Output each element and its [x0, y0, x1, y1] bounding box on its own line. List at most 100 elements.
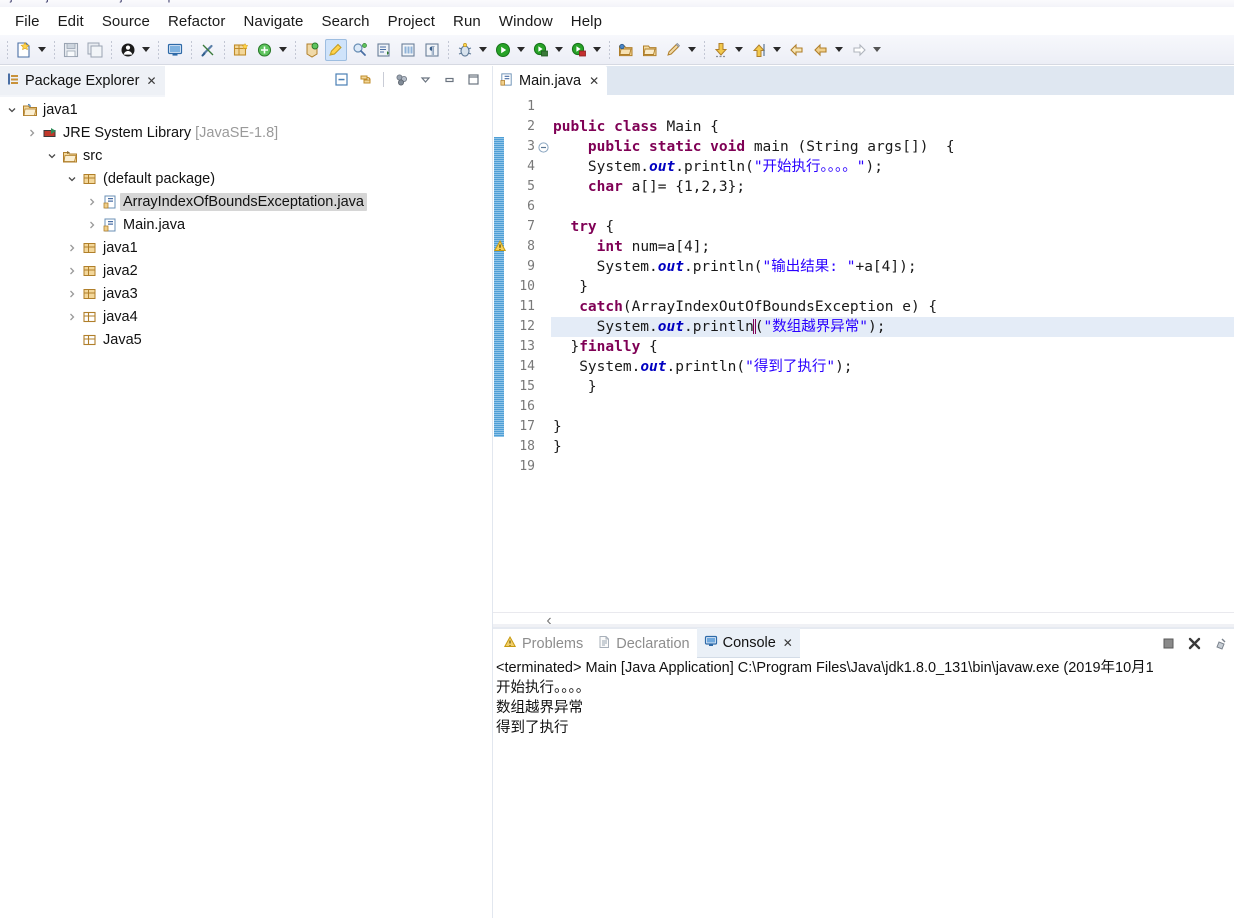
- tree-item-java5-package[interactable]: Java5: [0, 328, 492, 351]
- print-icon[interactable]: [117, 39, 139, 61]
- tab-main-java[interactable]: Main.java ✕: [493, 66, 607, 95]
- menu-project[interactable]: Project: [379, 11, 444, 32]
- tree-item-java3-package[interactable]: java3: [0, 282, 492, 305]
- code-line[interactable]: [551, 97, 1234, 117]
- tab-console[interactable]: Console ✕: [697, 628, 800, 659]
- minimize-icon[interactable]: [439, 69, 460, 90]
- chevron-right-icon[interactable]: [24, 121, 40, 144]
- tree-item-java4-package[interactable]: java4: [0, 305, 492, 328]
- clear-console-icon[interactable]: [1210, 633, 1230, 653]
- code-line[interactable]: [551, 457, 1234, 477]
- tree-item-default-package[interactable]: (default package): [0, 167, 492, 190]
- coverage-icon[interactable]: [568, 39, 590, 61]
- next-annotation-icon[interactable]: [373, 39, 395, 61]
- terminate-icon[interactable]: [1158, 633, 1178, 653]
- debug-icon[interactable]: [454, 39, 476, 61]
- save-icon[interactable]: [60, 39, 82, 61]
- new-wizard-icon[interactable]: [13, 39, 35, 61]
- collapse-all-icon[interactable]: [331, 69, 352, 90]
- console-output[interactable]: <terminated> Main [Java Application] C:\…: [493, 658, 1234, 918]
- coverage-dropdown-icon[interactable]: [591, 39, 603, 61]
- new-java-package-icon[interactable]: [230, 39, 252, 61]
- code-line[interactable]: System.out.println("得到了执行");: [551, 357, 1234, 377]
- code-line[interactable]: catch(ArrayIndexOutOfBoundsException e) …: [551, 297, 1234, 317]
- code-line[interactable]: try {: [551, 217, 1234, 237]
- tree-item-src[interactable]: src: [0, 144, 492, 167]
- link-with-editor-icon[interactable]: [355, 69, 376, 90]
- tab-declaration[interactable]: Declaration: [590, 629, 696, 658]
- previous-edit-icon[interactable]: [748, 39, 770, 61]
- code-line[interactable]: System.out.println("数组越界异常");: [551, 317, 1234, 337]
- highlight-icon[interactable]: [325, 39, 347, 61]
- menu-run[interactable]: Run: [444, 11, 490, 32]
- menu-navigate[interactable]: Navigate: [234, 11, 312, 32]
- code-line[interactable]: [551, 197, 1234, 217]
- menu-refactor[interactable]: Refactor: [159, 11, 235, 32]
- debug-dropdown-icon[interactable]: [477, 39, 489, 61]
- code-line[interactable]: System.out.println("开始执行。。。。");: [551, 157, 1234, 177]
- close-icon[interactable]: ✕: [783, 636, 793, 650]
- tree-item-jre-system-library[interactable]: JRE System Library [JavaSE-1.8]: [0, 121, 492, 144]
- chevron-down-icon[interactable]: [4, 98, 20, 121]
- folding-ruler[interactable]: [537, 95, 551, 613]
- menu-help[interactable]: Help: [562, 11, 611, 32]
- tree-item-java1-package[interactable]: java1: [0, 236, 492, 259]
- tab-package-explorer[interactable]: Package Explorer ✕: [0, 66, 165, 97]
- tab-problems[interactable]: Problems: [496, 629, 590, 658]
- print-dropdown-icon[interactable]: [140, 39, 152, 61]
- open-type-icon[interactable]: [301, 39, 323, 61]
- next-edit-dropdown-icon[interactable]: [733, 39, 745, 61]
- menu-edit[interactable]: Edit: [49, 11, 93, 32]
- new-java-class-dropdown-icon[interactable]: [277, 39, 289, 61]
- back-icon[interactable]: [786, 39, 808, 61]
- tree-item-arrayindexofboundsexceptation-java[interactable]: ArrayIndexOfBoundsExceptation.java: [0, 190, 492, 213]
- menu-source[interactable]: Source: [93, 11, 159, 32]
- project-tree[interactable]: java1 JRE System Library [JavaSE-1.8]: [0, 95, 492, 918]
- code-line[interactable]: }: [551, 277, 1234, 297]
- external-tools-icon[interactable]: [530, 39, 552, 61]
- annotation-ruler[interactable]: [493, 95, 507, 613]
- chevron-right-icon[interactable]: [64, 259, 80, 282]
- chevron-right-icon[interactable]: [64, 282, 80, 305]
- code-line[interactable]: public class Main {: [551, 117, 1234, 137]
- close-icon[interactable]: ✕: [146, 74, 156, 88]
- toggle-breadcrumb-icon[interactable]: ¶: [421, 39, 443, 61]
- link-icon[interactable]: [197, 39, 219, 61]
- editor-body[interactable]: 12345678910111213141516171819 public cla…: [493, 95, 1234, 629]
- forward-icon[interactable]: [848, 39, 870, 61]
- code-line[interactable]: [551, 397, 1234, 417]
- fold-collapse-icon[interactable]: [538, 141, 549, 156]
- back-history-dropdown-icon[interactable]: [833, 39, 845, 61]
- run-icon[interactable]: [492, 39, 514, 61]
- code-line[interactable]: char a[]= {1,2,3};: [551, 177, 1234, 197]
- maximize-icon[interactable]: [463, 69, 484, 90]
- chevron-right-icon[interactable]: [84, 213, 100, 236]
- next-edit-icon[interactable]: [710, 39, 732, 61]
- menu-search[interactable]: Search: [312, 11, 378, 32]
- tree-item-java2-package[interactable]: java2: [0, 259, 492, 282]
- chevron-down-icon[interactable]: [64, 167, 80, 190]
- code-line[interactable]: }: [551, 417, 1234, 437]
- code-line[interactable]: int num=a[4];: [551, 237, 1234, 257]
- code-line[interactable]: }: [551, 437, 1234, 457]
- close-icon[interactable]: ✕: [589, 74, 599, 88]
- open-resource-icon[interactable]: [639, 39, 661, 61]
- chevron-right-icon[interactable]: [84, 190, 100, 213]
- view-filter-icon[interactable]: [391, 69, 412, 90]
- code-line[interactable]: System.out.println("输出结果: "+a[4]);: [551, 257, 1234, 277]
- chevron-right-icon[interactable]: [64, 236, 80, 259]
- menu-window[interactable]: Window: [490, 11, 562, 32]
- edit-dropdown-icon[interactable]: [686, 39, 698, 61]
- warning-marker-icon[interactable]: [493, 239, 508, 254]
- previous-edit-dropdown-icon[interactable]: [771, 39, 783, 61]
- search-icon[interactable]: [349, 39, 371, 61]
- external-tools-dropdown-icon[interactable]: [553, 39, 565, 61]
- menu-file[interactable]: File: [6, 11, 49, 32]
- tree-item-java1-project[interactable]: java1: [0, 98, 492, 121]
- save-all-icon[interactable]: [84, 39, 106, 61]
- code-text[interactable]: public class Main { public static void m…: [551, 95, 1234, 613]
- new-java-class-icon[interactable]: [254, 39, 276, 61]
- chevron-down-icon[interactable]: [44, 144, 60, 167]
- code-line[interactable]: public static void main (String args[]) …: [551, 137, 1234, 157]
- chevron-right-icon[interactable]: [64, 305, 80, 328]
